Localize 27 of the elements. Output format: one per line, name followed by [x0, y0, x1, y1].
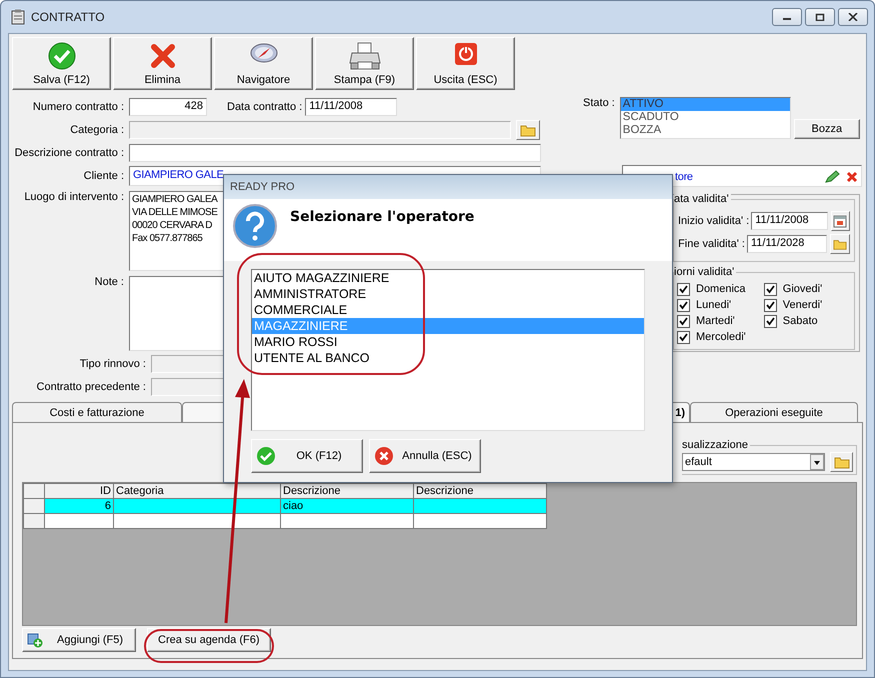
group-title: ata validita': [674, 193, 731, 205]
field-label: Stato :: [583, 97, 615, 109]
field-label: Cliente :: [82, 170, 125, 182]
checkbox-label: Lunedi': [696, 299, 732, 311]
group-title: iorni validita': [674, 266, 736, 278]
field-label: Inizio validita' :: [678, 215, 750, 227]
table-cell: ciao: [283, 500, 304, 512]
field-label: Fine validita' :: [678, 238, 745, 250]
checkbox-label: Sabato: [782, 315, 818, 327]
field-label: Contratto precedente :: [36, 381, 147, 393]
field-label: Note :: [94, 276, 125, 288]
checkbox-label: Venerdi': [782, 299, 822, 311]
checkbox-label: Martedi': [696, 315, 735, 327]
dialog-heading: Selezionare l'operatore: [290, 209, 474, 225]
field-label: Tipo rinnovo :: [78, 358, 147, 370]
field-label: Descrizione contratto :: [14, 147, 125, 159]
table-cell: 6: [104, 500, 111, 512]
field-label: Categoria :: [69, 124, 125, 136]
checkbox-label: Domenica: [696, 283, 746, 295]
dialog-title: READY PRO: [224, 175, 672, 199]
field-label: Luogo di intervento :: [23, 191, 125, 203]
checkbox-label: Giovedi': [782, 283, 822, 295]
window-title: CONTRATTO: [31, 10, 105, 24]
group-title: sualizzazione: [682, 439, 750, 451]
field-label: Numero contratto :: [32, 101, 125, 113]
field-label: Data contratto :: [227, 101, 302, 113]
checkbox-label: Mercoledi': [696, 331, 746, 343]
